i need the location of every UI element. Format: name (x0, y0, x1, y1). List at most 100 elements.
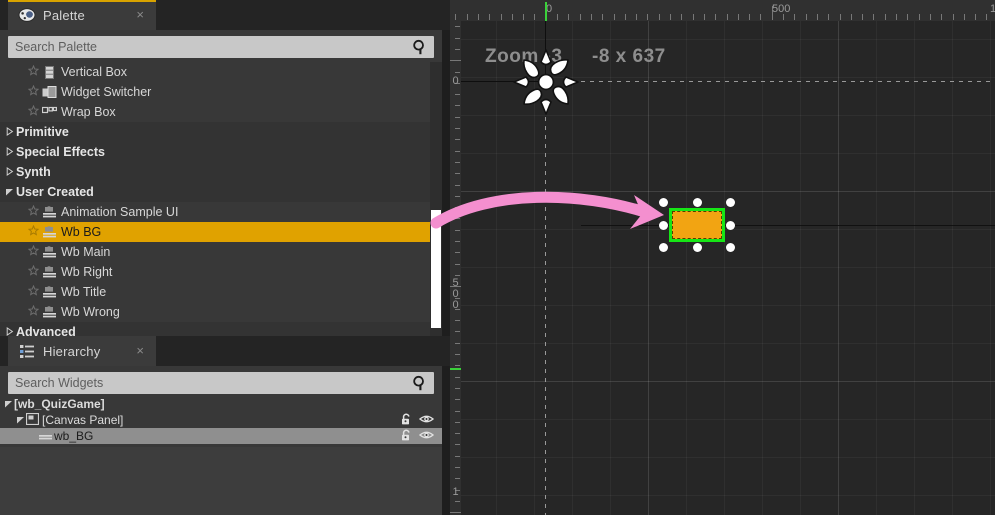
favorite-star-icon[interactable] (27, 64, 40, 79)
ruler-tick (884, 14, 886, 20)
ruler-tick (929, 14, 931, 20)
ruler-tick (455, 365, 460, 367)
palette-close-icon[interactable]: × (136, 8, 144, 21)
palette-list[interactable]: Vertical Box Widget Switcher Wrap Box Primi… (0, 62, 442, 336)
unlocked-padlock-icon[interactable] (400, 413, 413, 429)
chevron-down-icon[interactable] (5, 185, 14, 199)
ruler-tick (534, 14, 536, 20)
canvas-surface[interactable]: Zoom -3 -8 x 637 (461, 21, 995, 515)
selected-widget-wb-bg[interactable] (659, 198, 735, 252)
palette-item-widget-switcher[interactable]: Widget Switcher (0, 82, 442, 102)
tab-palette[interactable]: Palette × (8, 0, 156, 30)
ruler-tick (523, 14, 525, 20)
favorite-star-icon[interactable] (27, 244, 40, 259)
ruler-tick (455, 94, 460, 96)
hierarchy-tree[interactable]: [wb_QuizGame] [Canvas Panel] wb_BG (0, 396, 442, 447)
hierarchy-row-canvas-panel[interactable]: [Canvas Panel] (0, 412, 442, 428)
palette-item-wb-main[interactable]: Wb Main (0, 242, 442, 262)
eye-visible-icon[interactable] (418, 413, 435, 429)
palette-scrollbar-thumb[interactable] (431, 210, 441, 328)
horizontal-ruler[interactable]: 05001 (450, 0, 995, 22)
palette-item-wb-wrong[interactable]: Wb Wrong (0, 302, 442, 322)
search-icon[interactable] (411, 374, 429, 397)
eye-visible-icon[interactable] (418, 429, 435, 445)
resize-handle-ml[interactable] (659, 220, 668, 230)
tab-hierarchy-label: Hierarchy (43, 343, 101, 359)
hierarchy-close-icon[interactable]: × (136, 344, 144, 357)
ruler-tick (726, 14, 728, 20)
unlocked-padlock-icon[interactable] (400, 429, 413, 445)
resize-handle-br[interactable] (726, 243, 735, 252)
ruler-tick (455, 467, 460, 468)
palette-item-primitive[interactable]: Primitive (0, 122, 442, 142)
hierarchy-row-label: [wb_QuizGame] (14, 397, 105, 411)
chevron-right-icon[interactable] (5, 165, 14, 179)
ruler-tick (557, 14, 558, 20)
chevron-right-icon[interactable] (5, 145, 14, 159)
palette-item-label: Primitive (16, 125, 69, 139)
resize-handle-tc[interactable] (692, 198, 702, 207)
tab-palette-label: Palette (43, 7, 85, 23)
favorite-star-icon[interactable] (27, 104, 40, 119)
palette-item-wb-bg[interactable]: Wb BG (0, 222, 442, 242)
hierarchy-row-wb-quizgame[interactable]: [wb_QuizGame] (0, 396, 442, 412)
palette-item-wrap-box[interactable]: Wrap Box (0, 102, 442, 122)
ruler-tick (455, 173, 460, 175)
palette-item-label: Wb Main (61, 245, 111, 259)
palette-search-input[interactable]: Search Palette (8, 36, 434, 58)
chevron-right-icon[interactable] (5, 125, 14, 139)
palette-item-synth[interactable]: Synth (0, 162, 442, 182)
user-widget-icon (42, 305, 57, 319)
ruler-tick (455, 444, 460, 446)
favorite-star-icon[interactable] (27, 264, 40, 279)
favorite-star-icon[interactable] (27, 224, 40, 239)
hierarchy-search-input[interactable]: Search Widgets (8, 372, 434, 394)
ruler-tick (455, 421, 460, 423)
move-widget-gizmo[interactable] (510, 46, 582, 118)
user-widget-icon (42, 265, 57, 279)
ruler-tick (670, 14, 671, 20)
ruler-tick (455, 139, 460, 141)
palette-item-label: Animation Sample UI (61, 205, 179, 219)
resize-handle-bl[interactable] (659, 243, 668, 252)
resize-handle-tl[interactable] (659, 198, 668, 207)
favorite-star-icon[interactable] (27, 304, 40, 319)
palette-item-user-created[interactable]: User Created (0, 182, 442, 202)
ruler-tick (455, 105, 460, 107)
palette-item-label: Wb BG (61, 225, 102, 239)
chevron-down-icon[interactable] (4, 397, 14, 411)
ruler-tick (455, 195, 460, 197)
ruler-tick (455, 274, 460, 276)
ruler-tick (455, 26, 460, 28)
resize-handle-mr[interactable] (726, 220, 735, 230)
chevron-down-icon[interactable] (16, 413, 26, 427)
palette-item-advanced[interactable]: Advanced (0, 322, 442, 336)
resize-handle-bc[interactable] (692, 243, 702, 252)
resize-handle-tr[interactable] (726, 198, 735, 207)
ruler-tick (455, 500, 460, 502)
tab-hierarchy[interactable]: Hierarchy × (8, 336, 156, 366)
ruler-tick (455, 399, 460, 401)
ruler-tick (703, 14, 705, 20)
palette-tabstrip: Palette × (0, 0, 450, 30)
ruler-tick (455, 150, 460, 152)
favorite-star-icon[interactable] (27, 204, 40, 219)
palette-item-wb-right[interactable]: Wb Right (0, 262, 442, 282)
ruler-tick (918, 14, 920, 20)
palette-item-vertical-box[interactable]: Vertical Box (0, 62, 442, 82)
designer-viewport[interactable]: 05001 05001 Zoom -3 -8 x 637 (450, 0, 995, 515)
search-icon[interactable] (411, 38, 429, 61)
ruler-tick (455, 354, 460, 355)
chevron-right-icon[interactable] (5, 325, 14, 336)
palette-item-label: Advanced (16, 325, 76, 336)
palette-item-animation-sample-ui[interactable]: Animation Sample UI (0, 202, 442, 222)
ruler-tick (579, 14, 581, 20)
widget-blueprint-editor: Palette × Search Palette Vertical Box Wid… (0, 0, 995, 515)
palette-item-special-effects[interactable]: Special Effects (0, 142, 442, 162)
palette-item-wb-title[interactable]: Wb Title (0, 282, 442, 302)
favorite-star-icon[interactable] (27, 84, 40, 99)
wrap-box-icon (41, 106, 57, 119)
hierarchy-row-wb-bg[interactable]: wb_BG (0, 428, 442, 444)
favorite-star-icon[interactable] (27, 284, 40, 299)
ruler-tick (455, 48, 460, 50)
